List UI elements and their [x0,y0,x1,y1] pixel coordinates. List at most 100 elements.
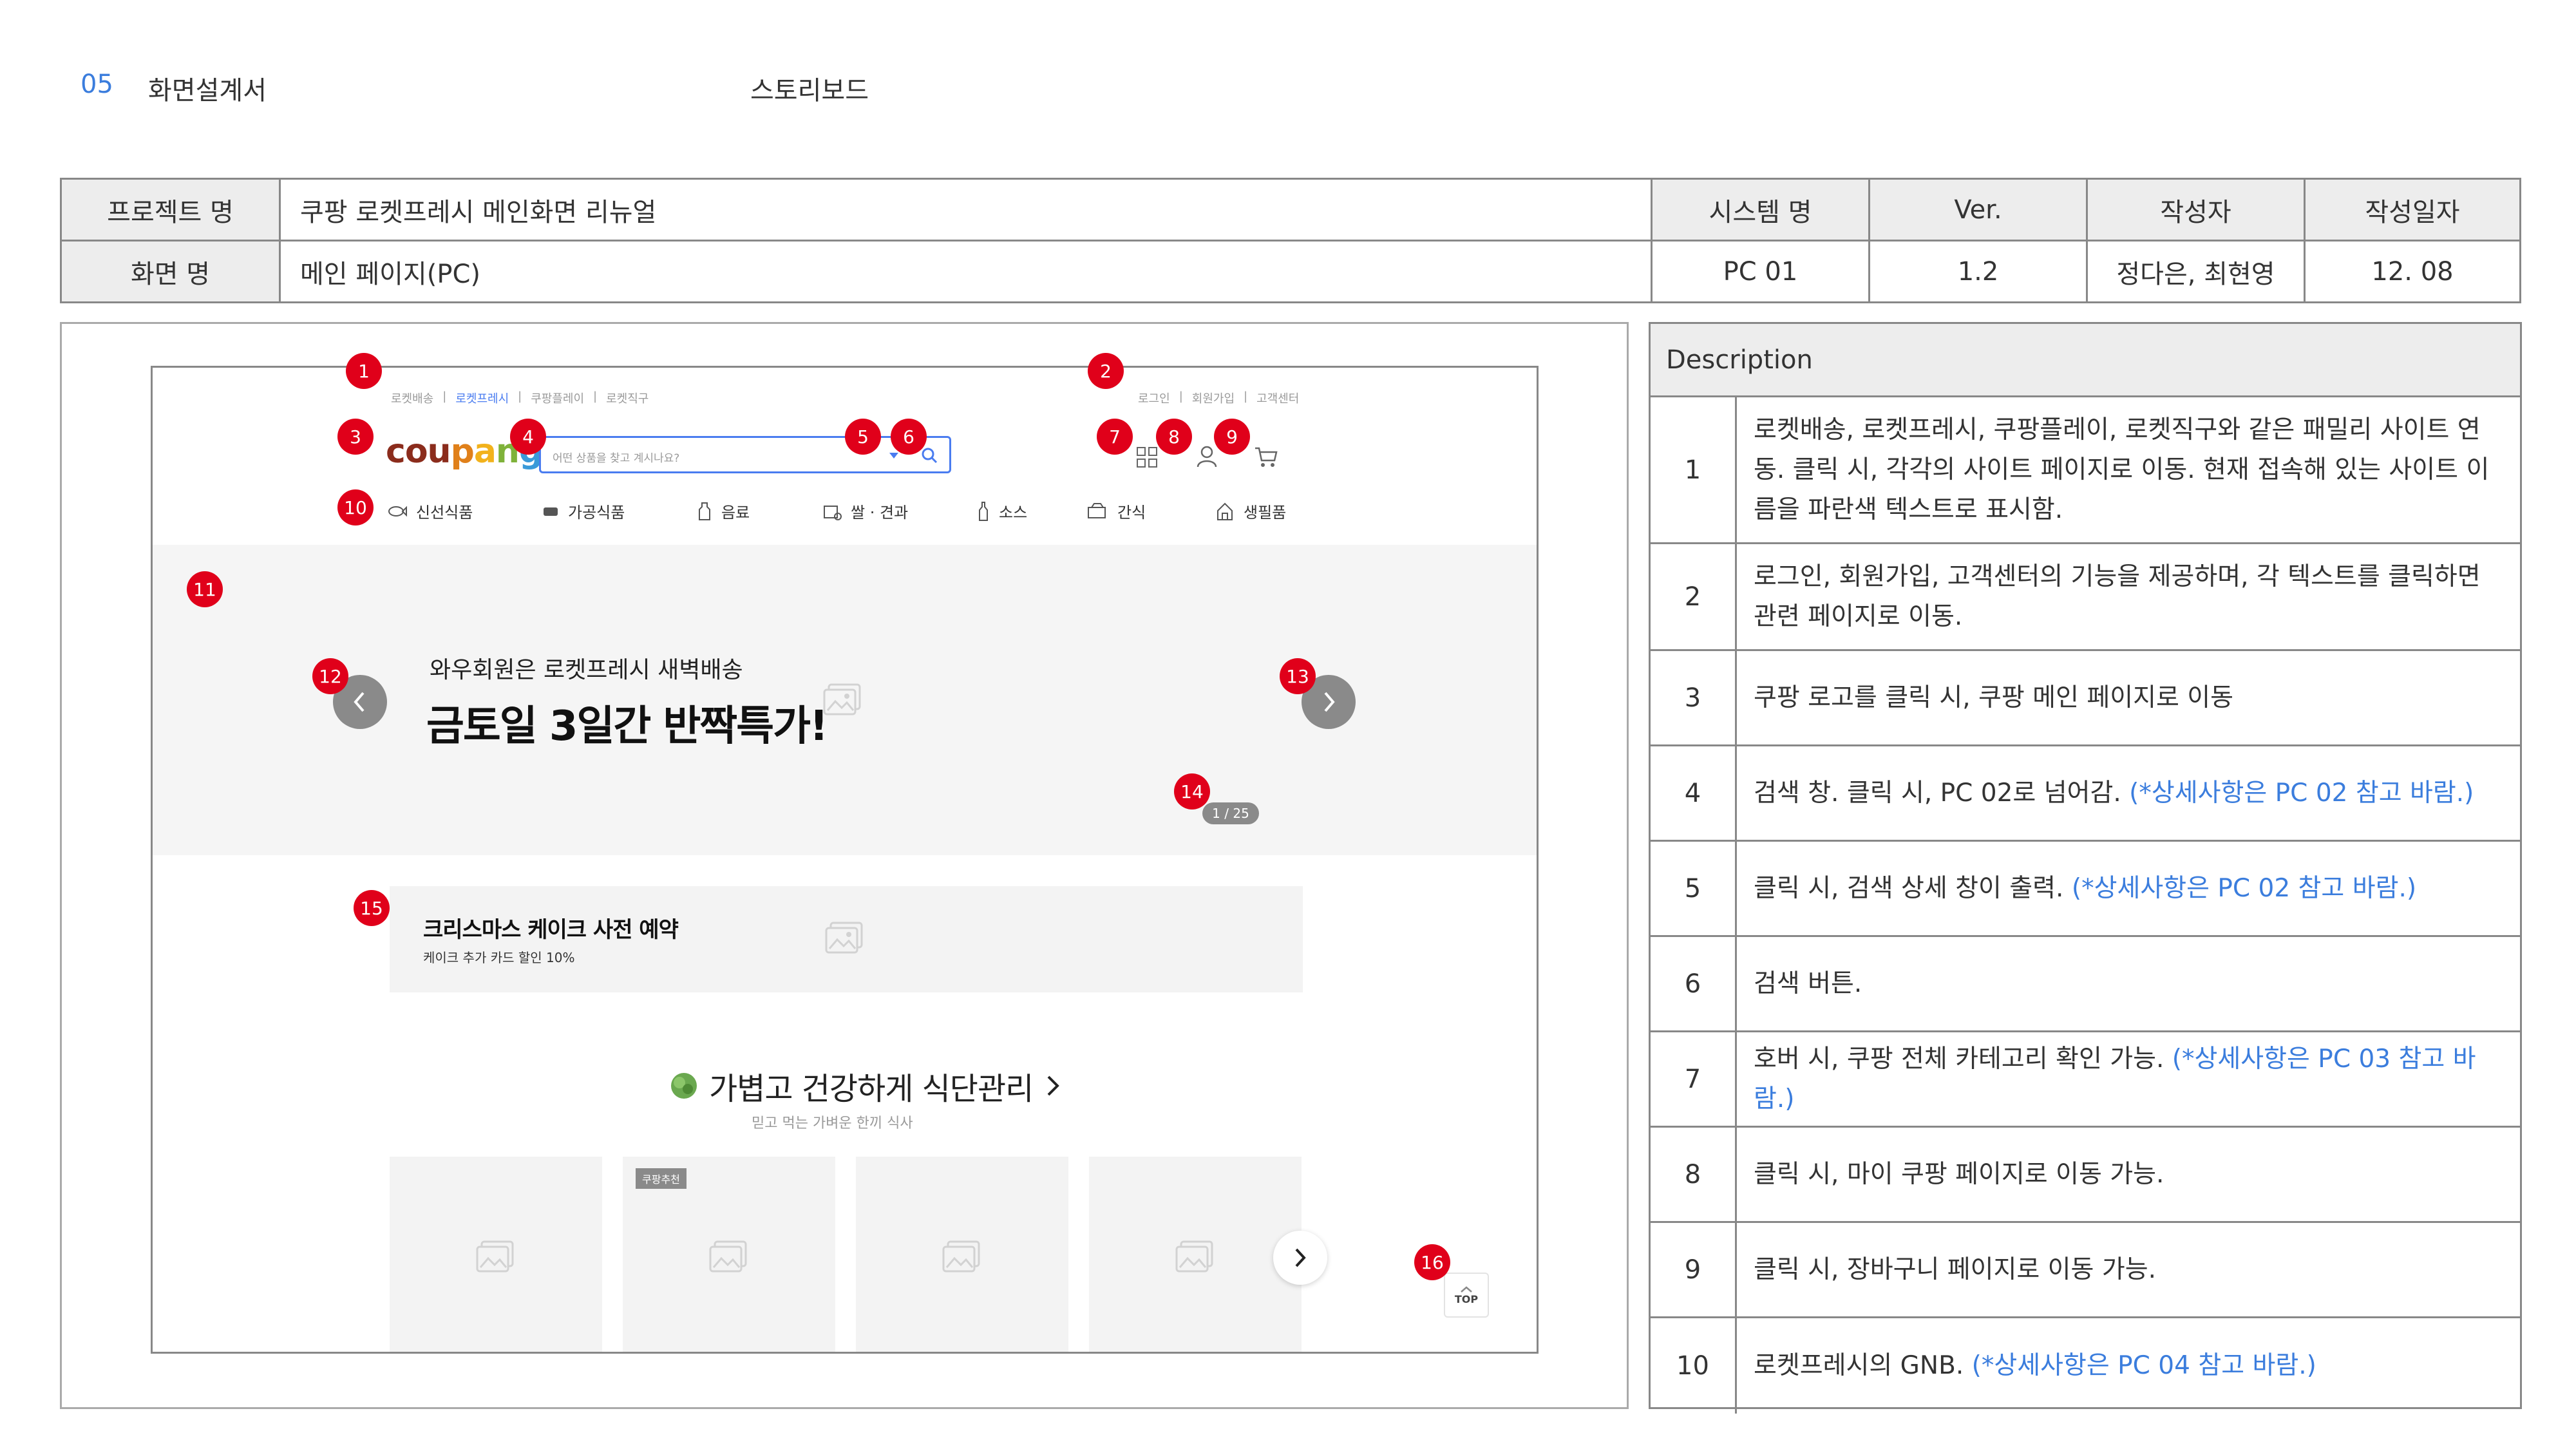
product-card[interactable] [1089,1157,1302,1352]
signup-link[interactable]: 회원가입 [1192,390,1235,406]
system-label: 시스템 명 [1653,180,1870,242]
product-card[interactable] [856,1157,1068,1352]
description-row-number: 1 [1651,397,1737,542]
gnb-label: 간식 [1117,504,1146,522]
description-row: 2 로그인, 회원가입, 고객센터의 기능을 제공하며, 각 텍스트를 클릭하면 … [1651,544,2520,651]
chevron-up-icon [1461,1285,1472,1293]
description-text: 검색 버튼. [1754,969,1862,998]
gnb-item-processed[interactable]: 가공식품 [542,500,625,522]
search-input[interactable]: 어떤 상품을 찾고 계시나요? [539,436,951,473]
gnb-label: 신선식품 [416,504,473,522]
description-row-number: 10 [1651,1318,1737,1414]
description-row-text: 클릭 시, 마이 쿠팡 페이지로 이동 가능. [1754,1128,2507,1221]
description-row-number: 8 [1651,1128,1737,1221]
family-link-rocket[interactable]: 로켓배송 [391,390,433,406]
family-site-links: 로켓배송 | 로켓프레시 | 쿠팡플레이 | 로켓직구 [391,390,649,406]
ver-label: Ver. [1870,180,2088,242]
my-coupang-user-icon[interactable] [1196,445,1218,468]
search-icon[interactable] [921,447,938,464]
diet-section-title[interactable]: 가볍고 건강하게 식단관리 [668,1063,1064,1108]
author-value: 정다은, 최현영 [2088,242,2306,301]
promo-subtitle: 케이크 추가 카드 할인 10% [423,950,575,965]
chevron-right-icon [1047,1075,1060,1096]
snack-icon [1088,502,1106,518]
storyboard-title: 스토리보드 [750,76,869,106]
date-value: 12. 08 [2371,256,2454,287]
date-label: 작성일자 [2306,180,2519,242]
family-link-play[interactable]: 쿠팡플레이 [531,390,584,406]
dropdown-arrow-icon[interactable] [889,452,899,460]
image-placeholder-icon [1175,1240,1213,1273]
banner-counter: 1 / 25 [1202,802,1259,824]
marker-11: 11 [187,571,223,607]
description-row-number: 7 [1651,1032,1737,1126]
category-grid-icon[interactable] [1136,446,1158,468]
image-placeholder-icon [476,1240,514,1273]
household-icon [1217,502,1233,520]
marker-5: 5 [845,419,881,455]
marker-12: 12 [312,658,348,694]
screen-value: 메인 페이지(PC) [281,242,1653,301]
chevron-right-icon [1324,692,1335,712]
description-text: 로켓프레시의 GNB. [1754,1351,1964,1380]
marker-8: 8 [1156,419,1192,455]
lettuce-icon [671,1073,697,1099]
description-row: 8 클릭 시, 마이 쿠팡 페이지로 이동 가능. [1651,1128,2520,1223]
product-card[interactable]: 쿠팡추천 [623,1157,835,1352]
chevron-right-icon [1295,1248,1306,1267]
divider: | [518,390,522,403]
gnb-item-daily[interactable]: 생필품 [1215,500,1286,522]
marker-7: 7 [1097,419,1133,455]
family-link-global[interactable]: 로켓직구 [606,390,649,406]
customer-center-link[interactable]: 고객센터 [1256,390,1299,406]
description-row-text: 쿠팡 로고를 클릭 시, 쿠팡 메인 페이지로 이동 [1754,651,2507,744]
marker-15: 15 [354,890,390,926]
search-placeholder: 어떤 상품을 찾고 계시나요? [553,452,680,465]
description-row-text: 로그인, 회원가입, 고객센터의 기능을 제공하며, 각 텍스트를 클릭하면 관… [1754,544,2507,649]
gnb-label: 소스 [999,504,1028,522]
description-text: 로켓배송, 로켓프레시, 쿠팡플레이, 로켓직구와 같은 패밀리 사이트 연동.… [1754,415,2490,524]
util-links: 로그인 | 회원가입 | 고객센터 [1138,390,1299,406]
description-reference-note: (*상세사항은 PC 02 참고 바람.) [2071,873,2417,903]
product-card[interactable] [390,1157,602,1352]
cart-icon[interactable] [1254,446,1278,468]
screen-label: 화면 명 [62,242,281,301]
bottle-icon [699,502,710,520]
section-title-text: 가볍고 건강하게 식단관리 [709,1071,1034,1107]
product-next-button[interactable] [1273,1231,1327,1285]
description-row-text: 호버 시, 쿠팡 전체 카테고리 확인 가능. (*상세사항은 PC 03 참고… [1754,1032,2507,1126]
divider: | [442,390,447,403]
top-button[interactable]: TOP [1444,1273,1489,1318]
description-row-number: 2 [1651,544,1737,649]
description-row-text: 검색 창. 클릭 시, PC 02로 넘어감. (*상세사항은 PC 02 참고… [1754,746,2507,840]
info-table: 프로젝트 명 쿠팡 로켓프레시 메인화면 리뉴얼 시스템 명 Ver. 작성자 … [60,178,2521,303]
section-title: 화면설계서 [148,76,267,106]
description-text: 호버 시, 쿠팡 전체 카테고리 확인 가능. [1754,1044,2164,1074]
description-row: 1 로켓배송, 로켓프레시, 쿠팡플레이, 로켓직구와 같은 패밀리 사이트 연동… [1651,397,2520,544]
author-label: 작성자 [2088,180,2306,242]
gnb-label: 생필품 [1244,504,1287,522]
banner-subtitle: 와우회원은 로켓프레시 새벽배송 [430,657,743,683]
section-subtitle: 믿고 먹는 가벼운 한끼 식사 [752,1115,913,1132]
gnb-item-drinks[interactable]: 음료 [697,500,750,522]
description-row-number: 5 [1651,842,1737,935]
gnb-item-fresh[interactable]: 신선식품 [388,500,473,522]
marker-1: 1 [346,353,382,389]
description-row: 4 검색 창. 클릭 시, PC 02로 넘어감. (*상세사항은 PC 02 참… [1651,746,2520,842]
main-banner[interactable]: 와우회원은 로켓프레시 새벽배송 금토일 3일간 반짝특가! 1 / 25 [153,545,1537,855]
rice-bag-icon [824,505,842,520]
image-placeholder-icon [825,922,863,954]
description-text: 클릭 시, 검색 상세 창이 출력. [1754,873,2064,903]
login-link[interactable]: 로그인 [1138,390,1170,406]
description-reference-note: (*상세사항은 PC 04 참고 바람.) [1971,1351,2316,1380]
promo-banner[interactable]: 크리스마스 케이크 사전 예약 케이크 추가 카드 할인 10% [390,886,1303,992]
gnb-item-snack[interactable]: 간식 [1086,500,1146,522]
gnb-item-rice-nuts[interactable]: 쌀 · 견과 [822,500,908,522]
image-placeholder-icon [942,1240,980,1273]
marker-10: 10 [337,489,374,526]
marker-4: 4 [510,419,546,455]
description-row: 9 클릭 시, 장바구니 페이지로 이동 가능. [1651,1223,2520,1318]
family-link-fresh[interactable]: 로켓프레시 [455,390,509,406]
promo-title: 크리스마스 케이크 사전 예약 [423,917,679,943]
gnb-item-sauce[interactable]: 소스 [977,500,1027,522]
